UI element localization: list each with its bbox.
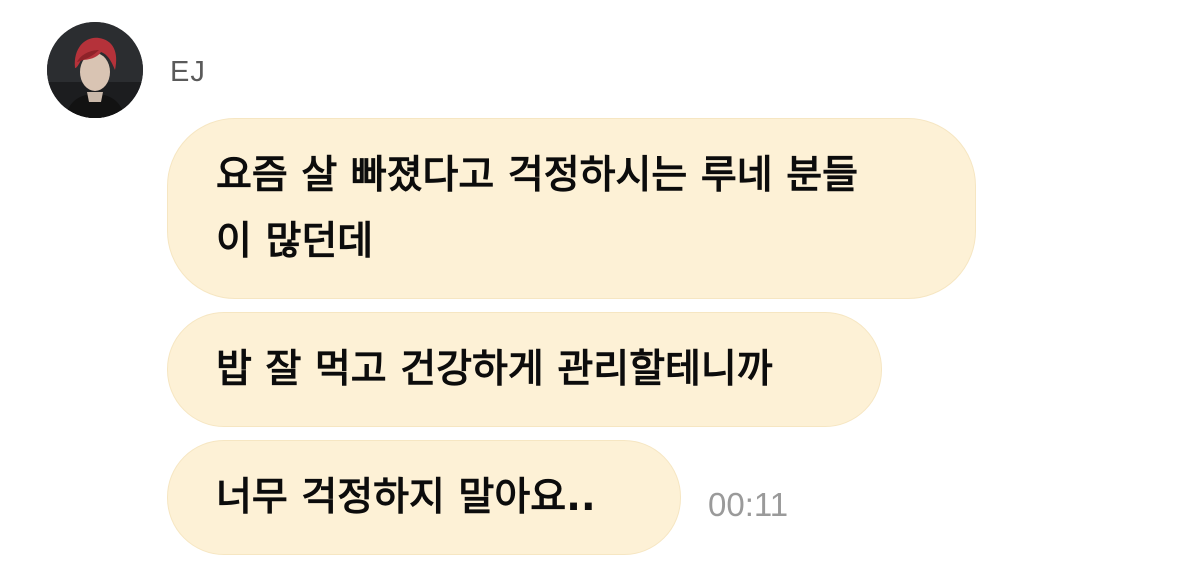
message-bubble[interactable]: 밥 잘 먹고 건강하게 관리할테니까 [167,312,882,427]
profile-photo-icon [47,22,143,118]
message-text: 요즘 살 빠졌다고 걱정하시는 루네 분들 [216,153,858,198]
sender-avatar[interactable] [47,22,143,118]
sender-name: EJ [170,56,206,88]
message-text: 밥 잘 먹고 건강하게 관리할테니까 [216,347,773,392]
message-timestamp: 00:11 [708,486,789,523]
message-bubble[interactable]: 요즘 살 빠졌다고 걱정하시는 루네 분들 이 많던데 [167,118,976,299]
message-text: 이 많던데 [216,219,374,264]
message-bubble[interactable]: 너무 걱정하지 말아요.. [167,440,681,555]
message-text: 너무 걱정하지 말아요.. [216,475,596,520]
